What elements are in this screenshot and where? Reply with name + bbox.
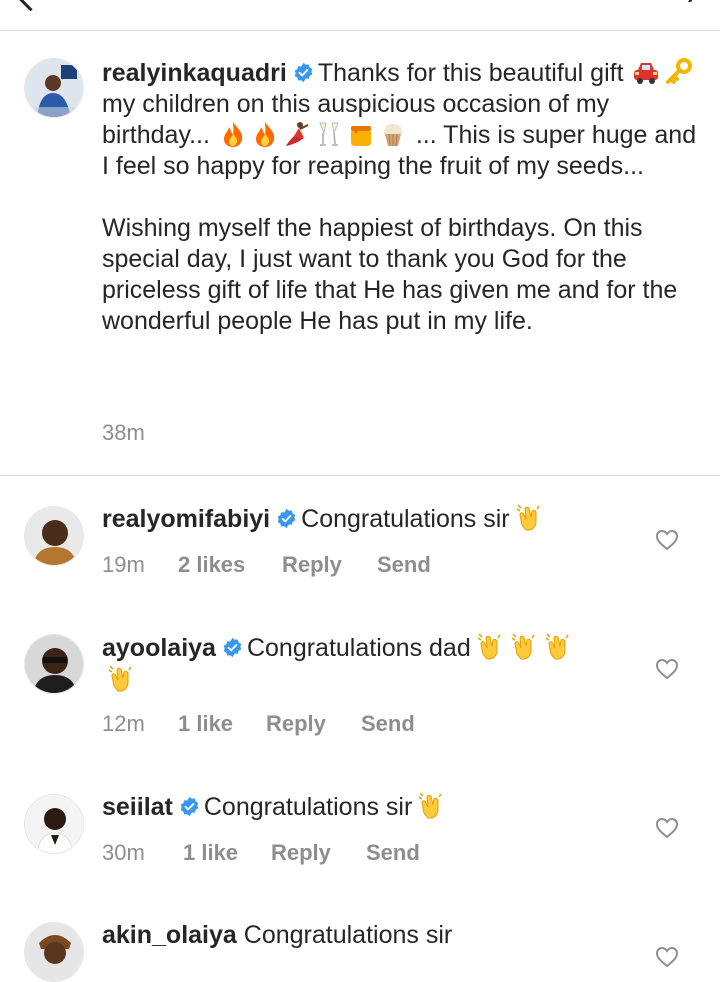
comment-username[interactable]: ayoolaiya xyxy=(102,634,216,662)
header-bar xyxy=(0,0,720,31)
post-timestamp: 38m xyxy=(102,420,145,445)
heart-icon[interactable] xyxy=(655,529,679,551)
clapping-hands-emoji xyxy=(545,633,569,660)
avatar[interactable] xyxy=(24,922,84,982)
clapping-hands-emoji xyxy=(418,792,442,819)
fire-emoji xyxy=(223,122,243,147)
reply-button[interactable]: Reply xyxy=(266,711,361,737)
clapping-hands-emoji xyxy=(108,665,132,692)
verified-badge-icon xyxy=(294,62,313,83)
avatar[interactable] xyxy=(24,794,84,854)
caption-paragraph-2: Wishing myself the happiest of birthdays… xyxy=(102,214,678,335)
comment-text: ayoolaiya Congratulations dad xyxy=(102,632,602,696)
divider xyxy=(0,475,720,476)
heart-icon[interactable] xyxy=(655,946,679,968)
key-emoji xyxy=(666,58,693,84)
comment-username[interactable]: seiilat xyxy=(102,793,173,821)
send-button[interactable]: Send xyxy=(361,711,415,737)
comment-timestamp: 30m xyxy=(102,840,145,865)
comment-text: seiilat Congratulations sir xyxy=(102,791,622,823)
comment-body: Congratulations sir xyxy=(301,505,510,533)
clapping-hands-emoji xyxy=(511,633,535,660)
send-button[interactable]: Send xyxy=(377,552,431,578)
caption-text-a: Thanks for this beautiful gift xyxy=(317,59,624,87)
avatar[interactable] xyxy=(24,58,84,118)
heart-icon[interactable] xyxy=(655,658,679,680)
caption-username[interactable]: realyinkaquadri xyxy=(102,59,287,87)
comment-timestamp: 19m xyxy=(102,552,145,577)
comment-meta: 30m 1 like Reply Send xyxy=(102,840,420,866)
send-button[interactable]: Send xyxy=(366,840,420,866)
comment-text: akin_olaiya Congratulations sir xyxy=(102,920,622,951)
likes-count[interactable]: 2 likes xyxy=(178,552,282,578)
comment-body: Congratulations sir xyxy=(243,921,453,949)
comment-text: realyomifabiyi Congratulations sir xyxy=(102,503,622,535)
post-caption: realyinkaquadri Thanks for this beautiful… xyxy=(102,58,702,337)
back-arrow-icon[interactable] xyxy=(15,0,46,12)
clapping-hands-emoji xyxy=(477,633,501,660)
champagne-glasses-emoji xyxy=(319,122,339,146)
verified-badge-icon xyxy=(277,508,296,529)
comment-username[interactable]: realyomifabiyi xyxy=(102,505,270,533)
fire-emoji xyxy=(255,122,275,147)
avatar[interactable] xyxy=(24,506,84,566)
car-emoji xyxy=(634,63,659,84)
comment-meta: 19m 2 likes Reply Send xyxy=(102,552,431,578)
cupcake-emoji xyxy=(383,124,402,147)
heart-icon[interactable] xyxy=(655,817,679,839)
clapping-hands-emoji xyxy=(516,504,540,531)
caption-paragraph-1: realyinkaquadri Thanks for this beautiful… xyxy=(102,58,702,182)
comment-body: Congratulations dad xyxy=(246,634,471,662)
comment-timestamp: 12m xyxy=(102,711,145,736)
reply-button[interactable]: Reply xyxy=(271,840,366,866)
avatar[interactable] xyxy=(24,634,84,694)
dancer-emoji xyxy=(285,122,309,146)
verified-badge-icon xyxy=(223,637,242,658)
reply-button[interactable]: Reply xyxy=(282,552,377,578)
verified-badge-icon xyxy=(180,796,199,817)
likes-count[interactable]: 1 like xyxy=(178,711,266,737)
comment-meta: 12m 1 like Reply Send xyxy=(102,711,415,737)
comment-username[interactable]: akin_olaiya xyxy=(102,921,237,949)
direct-send-icon[interactable] xyxy=(678,0,697,2)
honey-pot-emoji xyxy=(350,126,371,146)
likes-count[interactable]: 1 like xyxy=(183,840,271,866)
comment-body: Congratulations sir xyxy=(203,793,413,821)
